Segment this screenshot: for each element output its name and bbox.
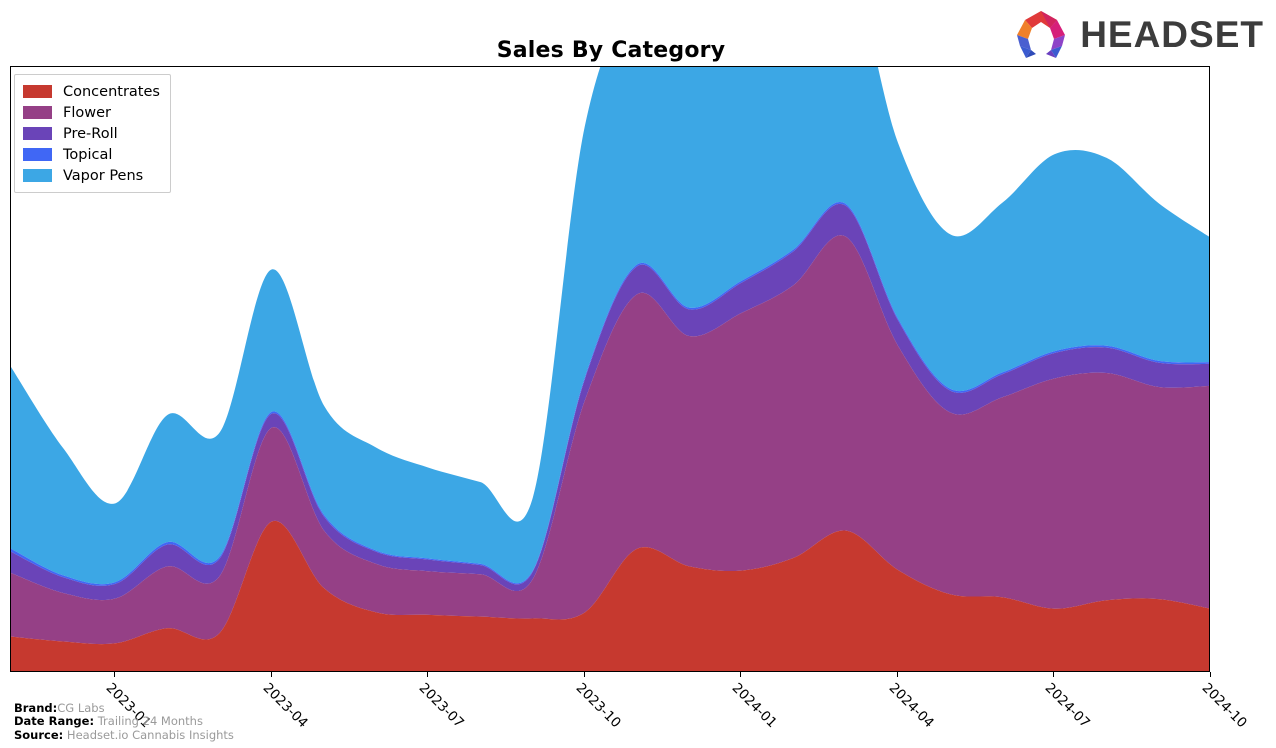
legend-label-vapor-pens: Vapor Pens: [63, 167, 144, 184]
footnote-brand-value: CG Labs: [57, 700, 105, 715]
x-tick-label: 2023-04: [259, 680, 311, 732]
footnote-source-value: Headset.io Cannabis Insights: [66, 727, 234, 742]
footnote-date-range: Date Range: Trailing 24 Months: [14, 714, 234, 729]
legend-label-flower: Flower: [63, 104, 111, 121]
x-tick-label: 2024-01: [729, 680, 781, 732]
footnote-date-range-value: Trailing 24 Months: [97, 714, 203, 728]
legend-swatch-topical: [23, 148, 52, 161]
x-tick-mark: [583, 672, 585, 677]
footnote-source-label: Source:: [14, 727, 64, 742]
footnote-brand-label: Brand:: [14, 700, 58, 715]
x-tick-label: 2024-07: [1042, 680, 1094, 732]
headset-logo-mark: [1017, 11, 1066, 58]
legend-swatch-pre-roll: [23, 127, 52, 140]
legend-label-pre-roll: Pre-Roll: [63, 125, 118, 142]
stacked-area-chart: [11, 67, 1209, 671]
legend-label-topical: Topical: [63, 146, 113, 163]
headset-logo-wordmark: HEADSET: [1080, 13, 1264, 55]
x-tick-label: 2024-04: [885, 680, 937, 732]
x-tick-mark: [1210, 672, 1211, 677]
chart-legend: Concentrates Flower Pre-Roll Topical Vap…: [14, 74, 171, 193]
x-tick-mark: [1053, 672, 1055, 677]
legend-swatch-vapor-pens: [23, 169, 52, 182]
footnote-brand: Brand:CG Labs: [14, 700, 234, 716]
x-tick-mark: [270, 672, 272, 677]
x-tick-mark: [114, 672, 116, 677]
legend-swatch-concentrates: [23, 85, 52, 98]
x-tick-label: 2023-07: [416, 680, 468, 732]
x-tick-label: 2024-10: [1198, 680, 1250, 732]
x-tick-mark: [427, 672, 429, 677]
legend-item-vapor-pens[interactable]: Vapor Pens: [23, 165, 160, 186]
x-tick-mark: [740, 672, 742, 677]
legend-item-concentrates[interactable]: Concentrates: [23, 81, 160, 102]
legend-label-concentrates: Concentrates: [63, 83, 160, 100]
legend-swatch-flower: [23, 106, 52, 119]
x-tick-mark: [896, 672, 898, 677]
legend-item-topical[interactable]: Topical: [23, 144, 160, 165]
footnote-date-range-label: Date Range:: [14, 714, 95, 728]
legend-item-pre-roll[interactable]: Pre-Roll: [23, 123, 160, 144]
chart-footnotes: Brand:CG Labs Date Range: Trailing 24 Mo…: [14, 700, 234, 743]
x-tick-label: 2023-10: [572, 680, 624, 732]
chart-page: Sales By Category HEADSET Concentrates F…: [0, 0, 1276, 748]
footnote-source: Source: Headset.io Cannabis Insights: [14, 727, 234, 743]
legend-item-flower[interactable]: Flower: [23, 102, 160, 123]
plot-area: [10, 66, 1210, 672]
headset-logo: HEADSET: [1010, 9, 1264, 59]
